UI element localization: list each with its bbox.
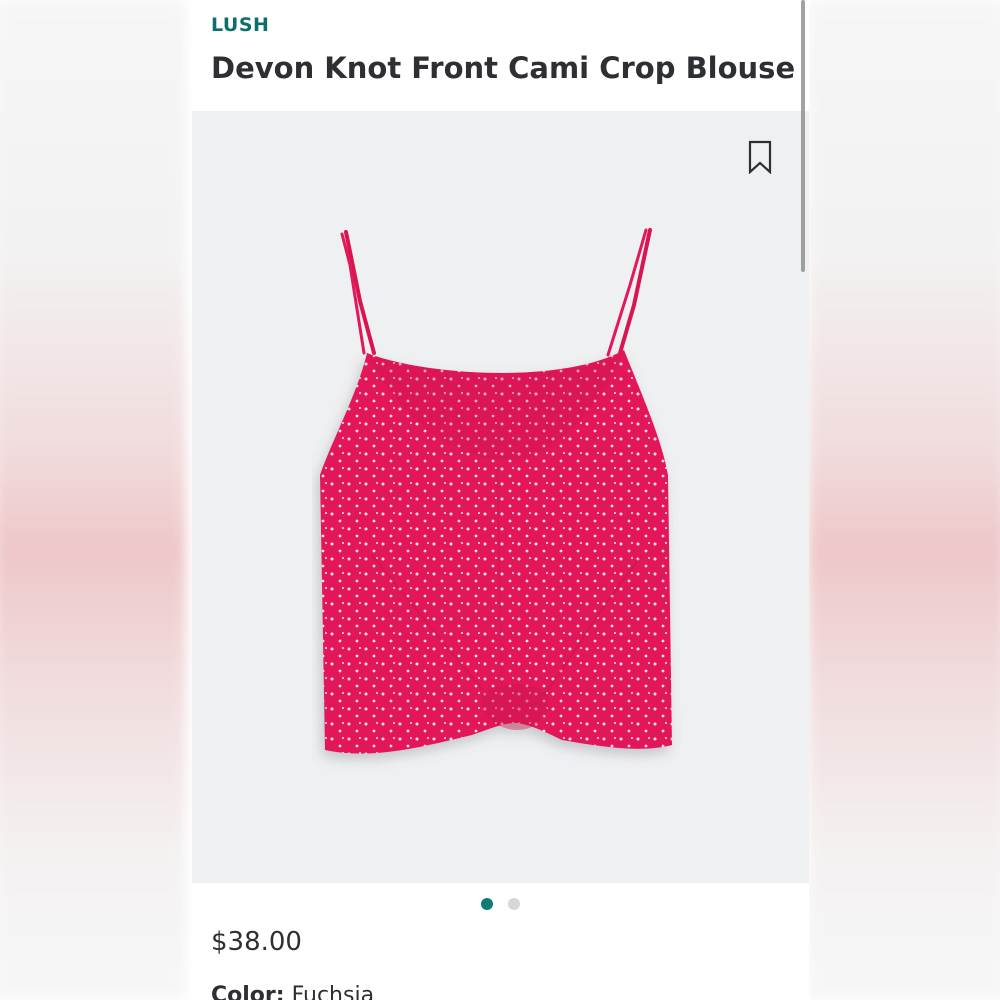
- carousel-dot-2[interactable]: [508, 898, 520, 910]
- cami-straps: [340, 228, 652, 357]
- product-title: Devon Knot Front Cami Crop Blouse: [211, 51, 796, 85]
- product-price: $38.00: [211, 927, 302, 957]
- color-value: Fuchsia: [291, 983, 375, 1000]
- carousel-dot-1[interactable]: [481, 898, 493, 910]
- color-label: Color:: [211, 983, 285, 1000]
- color-row: Color: Fuchsia: [211, 983, 374, 1000]
- background-blur-left: [0, 0, 186, 1000]
- background-blur-right: [808, 0, 1000, 1000]
- scrollbar[interactable]: [801, 0, 805, 272]
- product-screen: LUSH Devon Knot Front Cami Crop Blouse $…: [192, 0, 809, 1000]
- carousel-pagination: [481, 898, 520, 910]
- product-image: [320, 228, 672, 754]
- bookmark-icon[interactable]: [747, 140, 773, 174]
- brand-name[interactable]: LUSH: [211, 14, 269, 36]
